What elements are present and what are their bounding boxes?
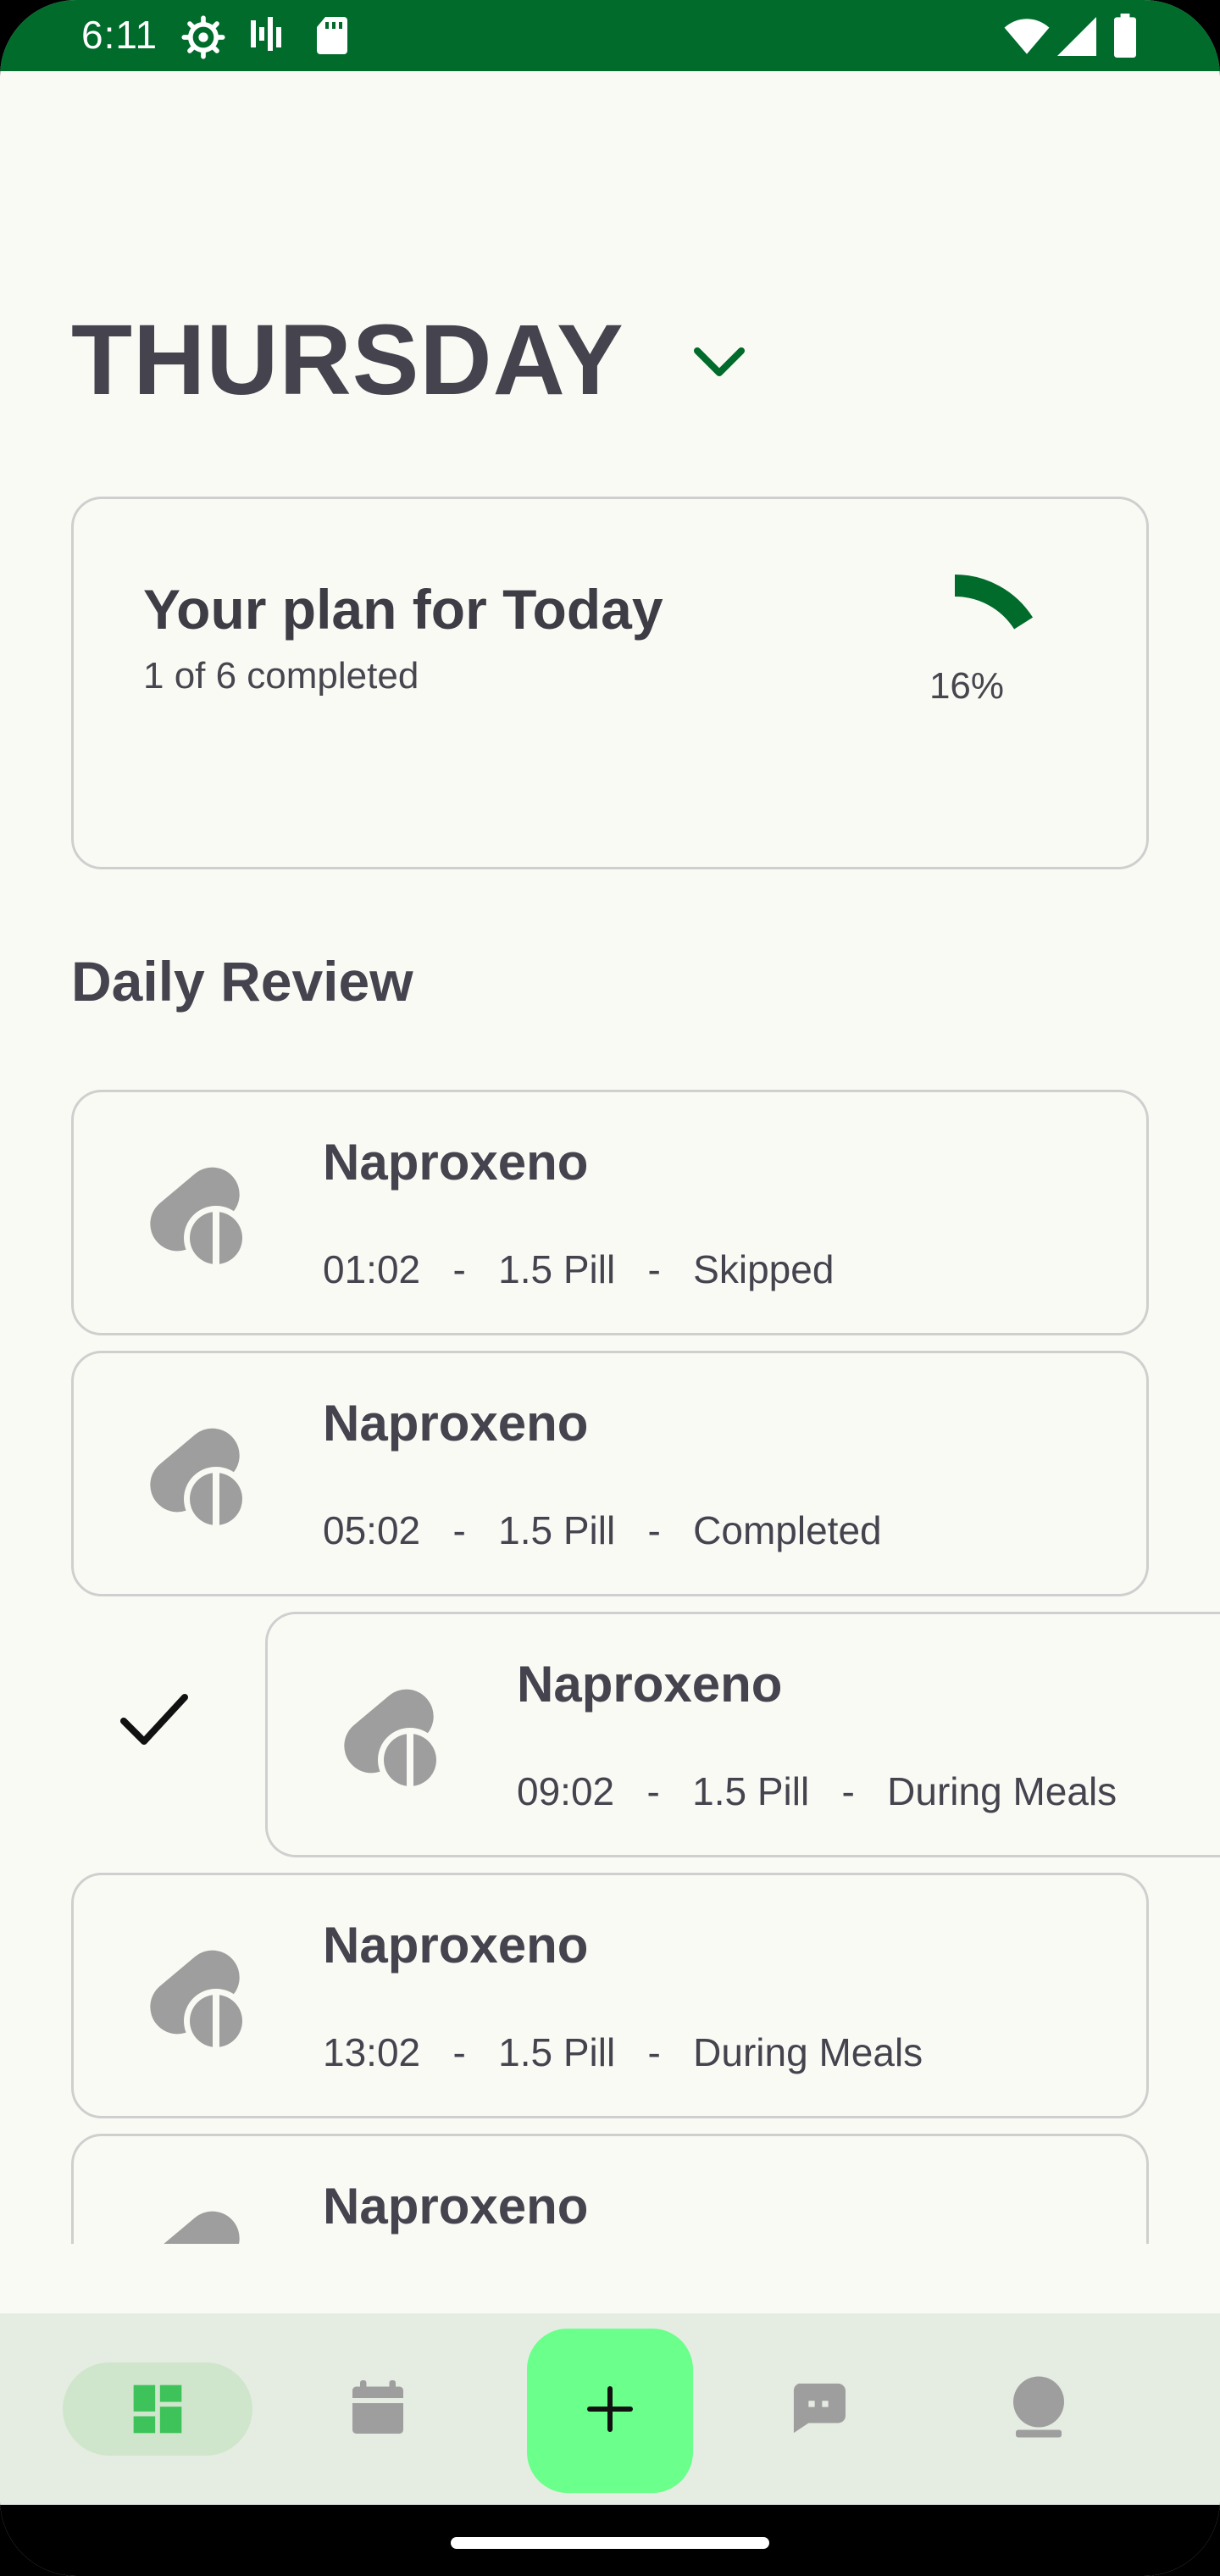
medication-details: 13:02 - 1.5 Pill - During Meals xyxy=(323,2030,923,2074)
app-screen: 6:11 THURSDAY Your plan for Today 1 of 6… xyxy=(0,0,1220,2576)
gesture-bar xyxy=(0,2505,1220,2576)
sd-card-icon xyxy=(313,15,351,60)
plan-progress-gauge xyxy=(954,575,1034,630)
medication-details: 01:02 - 1.5 Pill - Skipped xyxy=(323,1247,835,1291)
medication-name: Naproxeno xyxy=(323,2178,589,2235)
cellular-icon xyxy=(1057,17,1096,60)
signal-activity-icon xyxy=(247,15,288,60)
medication-name: Naproxeno xyxy=(323,1134,589,1191)
wifi-icon xyxy=(1003,17,1051,60)
pill-icon xyxy=(141,2204,253,2244)
plan-title: Your plan for Today xyxy=(143,578,663,641)
profile-icon[interactable] xyxy=(1008,2376,1069,2445)
dashboard-icon xyxy=(129,2380,186,2442)
pill-icon xyxy=(336,1682,447,1798)
medication-details: 09:02 - 1.5 Pill - During Meals xyxy=(517,1769,1117,1813)
add-icon xyxy=(586,2385,634,2437)
plan-subtitle: 1 of 6 completed xyxy=(143,655,419,697)
add-button[interactable] xyxy=(527,2329,693,2493)
pill-icon xyxy=(141,1160,253,1276)
day-title: THURSDAY xyxy=(71,304,624,416)
chevron-down-icon[interactable] xyxy=(692,346,746,384)
daily-review-title: Daily Review xyxy=(71,950,413,1013)
nav-item-dashboard[interactable] xyxy=(63,2362,252,2456)
medication-name: Naproxeno xyxy=(323,1395,589,1452)
status-bar: 6:11 xyxy=(0,0,1220,71)
check-icon[interactable] xyxy=(119,1690,190,1754)
pill-icon xyxy=(141,1421,253,1537)
medication-details: 05:02 - 1.5 Pill - Completed xyxy=(323,1508,882,1552)
calendar-icon[interactable] xyxy=(347,2378,408,2443)
bottom-navigation xyxy=(0,2313,1220,2505)
pill-icon xyxy=(141,1943,253,2059)
settings-icon xyxy=(181,15,225,64)
daily-review-list[interactable]: Naproxeno 01:02 - 1.5 Pill - Skipped Nap… xyxy=(0,1085,1220,2244)
home-handle[interactable] xyxy=(451,2537,769,2549)
plan-card[interactable]: Your plan for Today 1 of 6 completed 16% xyxy=(71,497,1149,869)
day-selector[interactable]: THURSDAY xyxy=(71,304,746,416)
medication-card[interactable]: Naproxeno xyxy=(71,2134,1149,2244)
medication-name: Naproxeno xyxy=(517,1656,783,1713)
medication-card[interactable]: Naproxeno 01:02 - 1.5 Pill - Skipped xyxy=(71,1090,1149,1335)
medication-name: Naproxeno xyxy=(323,1917,589,1974)
plan-percent: 16% xyxy=(929,665,1005,707)
medication-card[interactable]: Naproxeno 05:02 - 1.5 Pill - Completed xyxy=(71,1351,1149,1596)
chat-icon[interactable] xyxy=(788,2381,849,2440)
status-time: 6:11 xyxy=(81,13,158,57)
battery-icon xyxy=(1113,14,1137,62)
medication-card[interactable]: Naproxeno 13:02 - 1.5 Pill - During Meal… xyxy=(71,1873,1149,2118)
medication-card-swiped[interactable]: Naproxeno 09:02 - 1.5 Pill - During Meal… xyxy=(265,1612,1220,1857)
